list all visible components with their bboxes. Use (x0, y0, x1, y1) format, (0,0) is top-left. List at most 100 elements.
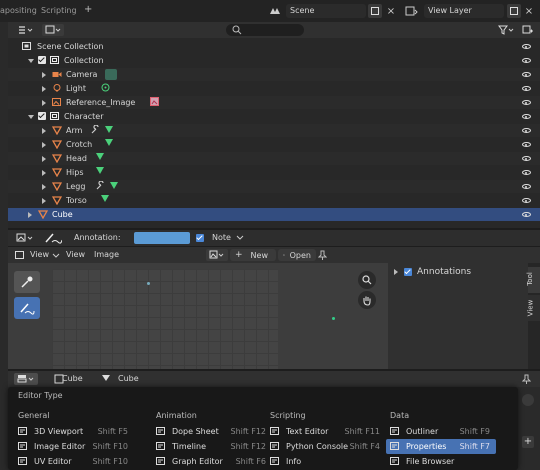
filter-icon[interactable] (496, 24, 516, 36)
scene-selector[interactable]: Scene (286, 4, 366, 18)
annotate-tool-icon[interactable] (42, 231, 64, 245)
editor-type-icon[interactable] (16, 24, 36, 36)
menu-item[interactable]: Text Editor Shift F11 (266, 424, 386, 439)
expand-toggle-icon[interactable] (42, 128, 46, 134)
image-editor-type-icon[interactable] (14, 232, 36, 244)
outliner-row[interactable]: Camera (8, 68, 540, 81)
workspace-tab-scripting[interactable]: Scripting (41, 6, 77, 15)
view-mode-icon[interactable] (14, 250, 26, 260)
tab-view[interactable]: View (526, 295, 540, 321)
menu-image[interactable]: Image (94, 250, 119, 259)
annotate-tool-button-icon[interactable] (14, 297, 40, 319)
tab-tool[interactable]: Tool (526, 267, 540, 293)
chevron-down-icon[interactable] (52, 253, 60, 259)
outliner-search-input[interactable] (226, 24, 304, 36)
outliner-row[interactable]: Arm (8, 124, 540, 137)
exclude-checkbox[interactable] (38, 112, 46, 120)
workspace-tab-compositing[interactable]: apositing (0, 6, 37, 15)
visibility-eye-icon[interactable] (522, 72, 531, 77)
view-layer-selector[interactable]: View Layer (424, 4, 504, 18)
add-panel-button[interactable]: + (522, 436, 534, 448)
expand-toggle-icon[interactable] (42, 72, 46, 78)
delete-view-layer-icon[interactable]: × (524, 5, 534, 17)
display-mode-icon[interactable] (42, 24, 64, 36)
menu-item[interactable]: Graph Editor Shift F6 (152, 454, 272, 469)
new-scene-icon[interactable] (368, 4, 382, 18)
visibility-eye-icon[interactable] (522, 142, 531, 147)
view-layer-icon[interactable] (403, 5, 421, 17)
menu-view-mode[interactable]: View (30, 250, 49, 259)
new-image-button[interactable]: + New (230, 249, 276, 261)
visibility-eye-icon[interactable] (522, 44, 531, 49)
expand-toggle-icon[interactable] (28, 59, 34, 63)
visibility-eye-icon[interactable] (522, 198, 531, 203)
outliner-row[interactable]: Reference_Image (8, 96, 540, 109)
pan-hand-icon[interactable] (358, 291, 376, 309)
outliner-row[interactable]: Collection (8, 54, 540, 67)
outliner-row[interactable]: Torso (8, 194, 540, 207)
add-workspace-button[interactable]: + (84, 4, 92, 15)
outliner-row[interactable]: Head (8, 152, 540, 165)
new-view-layer-icon[interactable] (507, 4, 521, 18)
expand-toggle-icon[interactable] (42, 142, 46, 148)
visibility-eye-icon[interactable] (522, 170, 531, 175)
expand-toggle-icon[interactable] (28, 212, 32, 218)
panel-toggle-button[interactable] (522, 394, 534, 406)
expand-toggle-icon[interactable] (42, 184, 46, 190)
menu-item[interactable]: 3D Viewport Shift F5 (14, 424, 134, 439)
menu-item-label: 3D Viewport (34, 427, 84, 436)
new-collection-icon[interactable] (520, 24, 534, 36)
dopesheet-icon (156, 427, 165, 435)
annotations-checkbox[interactable] (404, 268, 412, 276)
visibility-eye-icon[interactable] (522, 58, 531, 63)
menu-item[interactable]: Timeline Shift F12 (152, 439, 272, 454)
expand-toggle-icon[interactable] (42, 198, 46, 204)
expand-toggle-icon[interactable] (42, 100, 46, 106)
scene-pin-icon[interactable] (266, 5, 284, 17)
note-checkbox[interactable] (196, 234, 204, 242)
pin-icon[interactable] (318, 250, 327, 260)
outliner-search-field[interactable] (244, 24, 300, 36)
uv-editor-icon (18, 457, 27, 465)
menu-item[interactable]: Properties Shift F7 (386, 439, 496, 454)
menu-item[interactable]: Outliner Shift F9 (386, 424, 496, 439)
menu-item[interactable]: UV Editor Shift F10 (14, 454, 134, 469)
browse-image-icon[interactable] (206, 249, 228, 261)
delete-scene-icon[interactable]: × (386, 5, 396, 17)
visibility-eye-icon[interactable] (522, 86, 531, 91)
visibility-eye-icon[interactable] (522, 100, 531, 105)
outliner-row[interactable]: Character (8, 110, 540, 123)
menu-view[interactable]: View (66, 250, 85, 259)
outliner-row-label: Crotch (66, 140, 93, 149)
menu-item[interactable]: Python Console Shift F4 (266, 439, 386, 454)
visibility-eye-icon[interactable] (522, 212, 531, 217)
outliner-row[interactable]: Light (8, 82, 540, 95)
expand-toggle-icon[interactable] (42, 86, 46, 92)
outliner-row[interactable]: Hips (8, 166, 540, 179)
visibility-eye-icon[interactable] (522, 184, 531, 189)
visibility-eye-icon[interactable] (522, 128, 531, 133)
expand-toggle-icon[interactable] (28, 115, 34, 119)
sample-tool-icon[interactable] (14, 271, 40, 293)
zoom-icon[interactable] (358, 271, 376, 289)
chevron-down-icon[interactable] (236, 235, 244, 241)
visibility-eye-icon[interactable] (522, 156, 531, 161)
outliner-row[interactable]: Legg (8, 180, 540, 193)
exclude-checkbox[interactable] (38, 56, 46, 64)
expand-annotations-icon[interactable] (394, 269, 398, 275)
menu-item[interactable]: Image Editor Shift F10 (14, 439, 134, 454)
outliner-row[interactable]: Cube (8, 208, 540, 221)
image-canvas-grid[interactable] (52, 269, 278, 369)
pin-icon[interactable] (522, 374, 531, 384)
open-image-button[interactable]: Open (278, 249, 316, 261)
menu-item[interactable]: File Browser (386, 454, 496, 469)
properties-editor-type-icon[interactable] (14, 373, 38, 385)
menu-item[interactable]: Info (266, 454, 386, 469)
expand-toggle-icon[interactable] (42, 170, 46, 176)
visibility-eye-icon[interactable] (522, 114, 531, 119)
outliner-row[interactable]: Crotch (8, 138, 540, 151)
menu-item[interactable]: Dope Sheet Shift F12 (152, 424, 272, 439)
annotation-color-swatch[interactable] (134, 232, 190, 244)
outliner-root[interactable]: Scene Collection (22, 40, 104, 53)
expand-toggle-icon[interactable] (42, 156, 46, 162)
